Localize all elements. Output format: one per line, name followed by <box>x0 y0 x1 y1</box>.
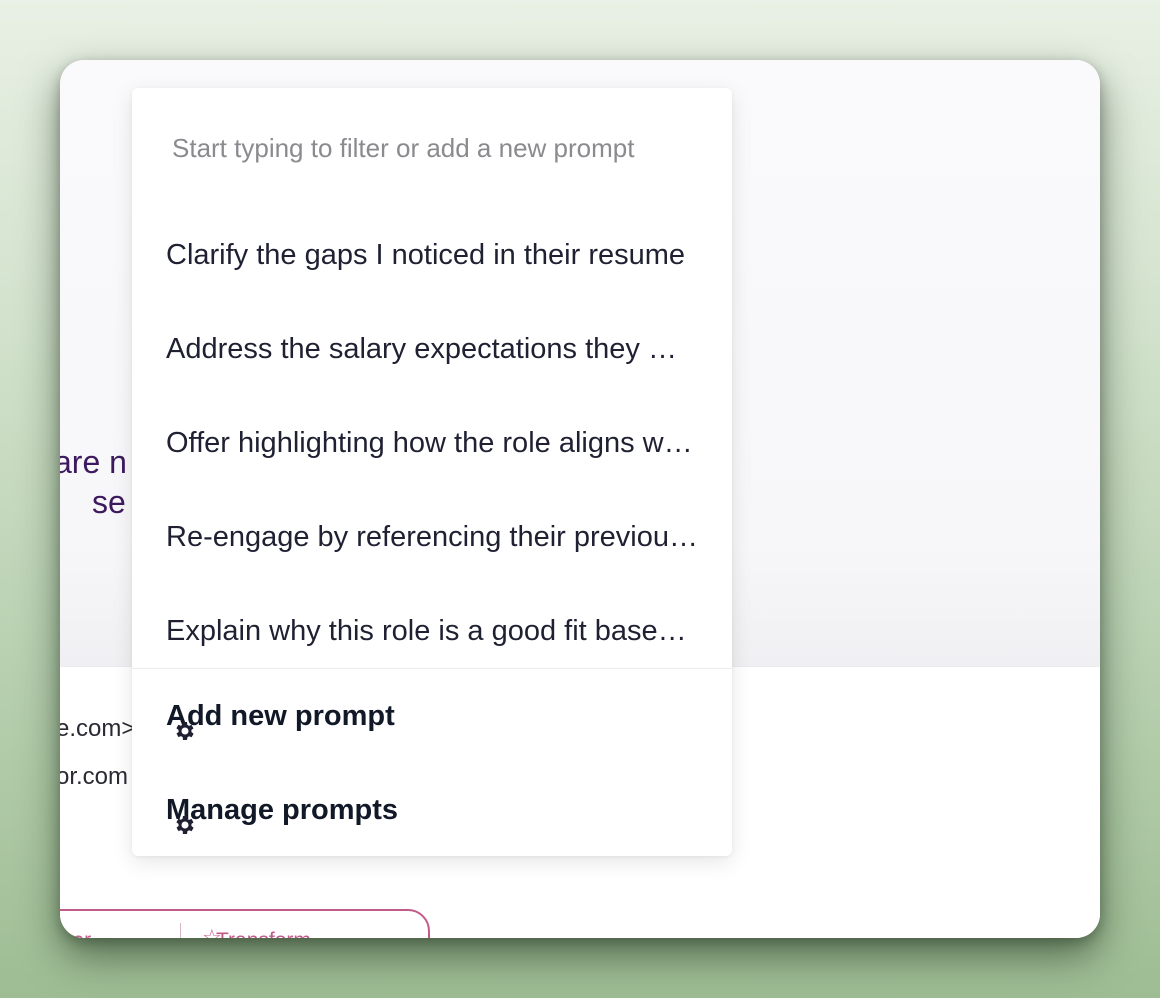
transform-button[interactable]: Transform <box>216 929 311 938</box>
gear-icon <box>176 722 194 740</box>
chevron-down-icon[interactable]: ⌄ <box>150 931 162 938</box>
prompt-item-label: Offer highlighting how the role aligns w… <box>166 426 698 459</box>
recipient-address[interactable]: e.com> <box>60 715 135 743</box>
prompt-filter-input[interactable] <box>172 128 694 168</box>
prompt-list: Clarify the gaps I noticed in their resu… <box>132 208 732 678</box>
prompt-item[interactable]: Offer highlighting how the role aligns w… <box>132 396 732 490</box>
background-heading-line1: are n <box>60 444 127 480</box>
prompt-item-label: Explain why this role is a good fit base… <box>166 614 698 647</box>
tone-selector-label[interactable]: ser <box>62 929 91 938</box>
prompt-item-label: Address the salary expectations they men… <box>166 332 698 365</box>
sender-address[interactable]: or.com <box>60 763 128 791</box>
prompt-item[interactable]: Re-engage by referencing their previous … <box>132 490 732 584</box>
gear-icon <box>176 816 194 834</box>
chevron-down-icon[interactable]: ⌄ <box>402 931 414 938</box>
prompt-item[interactable]: Explain why this role is a good fit base… <box>132 584 732 678</box>
prompt-item[interactable]: Clarify the gaps I noticed in their resu… <box>132 208 732 302</box>
prompt-dropdown: Clarify the gaps I noticed in their resu… <box>132 88 732 856</box>
add-new-prompt-label: Add new prompt <box>166 699 395 732</box>
prompt-item-label: Clarify the gaps I noticed in their resu… <box>166 238 686 271</box>
pill-divider <box>180 923 181 938</box>
prompt-item[interactable]: Address the salary expectations they men… <box>132 302 732 396</box>
manage-prompts-label: Manage prompts <box>166 793 399 826</box>
background-heading-line2: se <box>92 484 126 520</box>
prompt-item-label: Re-engage by referencing their previous … <box>166 520 698 553</box>
compose-toolbar-pill: ser ⌄ ☆ Transform ⌄ <box>60 909 430 938</box>
add-new-prompt-button[interactable]: Add new prompt <box>132 669 732 763</box>
prompt-actions: Add new prompt Manage prompts <box>132 668 732 856</box>
manage-prompts-button[interactable]: Manage prompts <box>132 763 732 856</box>
